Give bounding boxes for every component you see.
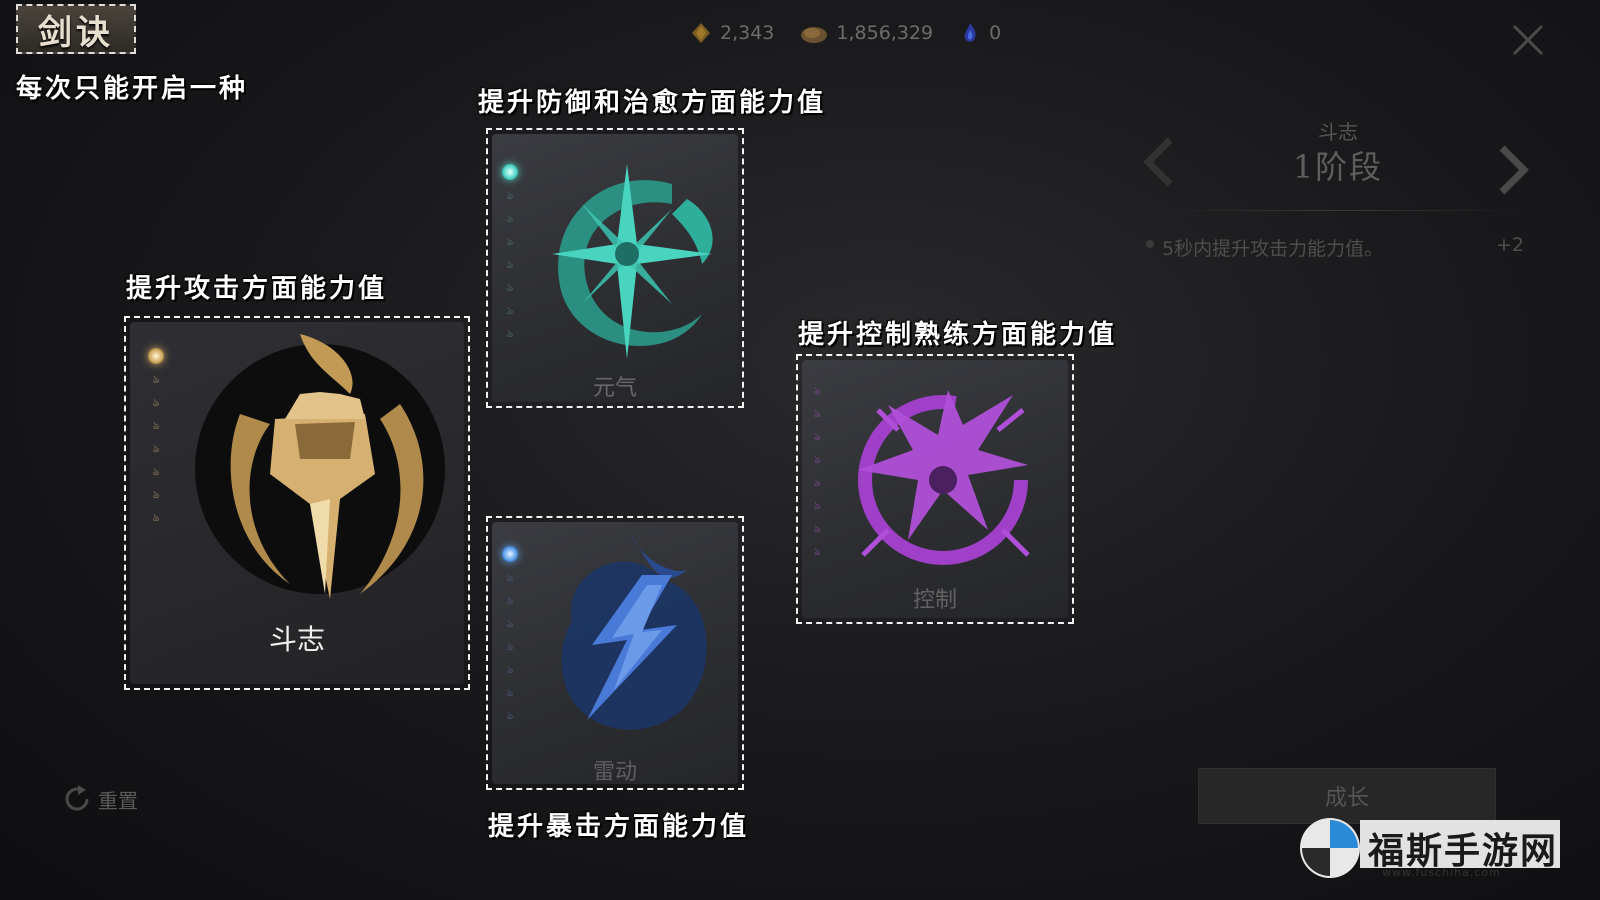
gem-shard-icon xyxy=(692,23,710,43)
lightning-emblem-icon xyxy=(561,535,707,730)
card-label: 雷动 xyxy=(592,760,637,784)
panel-stage: 1阶段 xyxy=(1292,148,1384,186)
rune-column: ঌঌঌঌঌঌঌ xyxy=(502,164,518,341)
panel-effect-value: +2 xyxy=(1496,234,1525,256)
currency-value: 2,343 xyxy=(720,22,775,44)
skill-card-leidong[interactable]: ঌঌঌঌঌঌঌ 雷动 xyxy=(486,516,744,790)
currency-item: 0 xyxy=(959,22,1001,44)
watermark: 福斯手游网 www.fuschiha.com xyxy=(1290,810,1570,890)
reset-button[interactable]: 重置 xyxy=(62,784,138,814)
note-attack: 提升攻击方面能力值 xyxy=(126,274,388,304)
note-crit: 提升暴击方面能力值 xyxy=(488,812,750,842)
active-gem-icon xyxy=(502,164,518,180)
skill-card-douzhi[interactable]: ঌঌঌঌঌঌঌ 斗志 xyxy=(124,316,470,690)
refresh-icon xyxy=(65,785,89,811)
card-label: 斗志 xyxy=(268,623,325,656)
active-gem-icon xyxy=(148,348,164,364)
close-button[interactable] xyxy=(1508,20,1548,60)
blue-flame-icon xyxy=(964,23,976,42)
reset-label: 重置 xyxy=(98,788,138,813)
divider xyxy=(1160,210,1520,211)
prev-stage-button[interactable] xyxy=(1138,134,1178,204)
active-gem-icon xyxy=(502,546,518,562)
teal-swirl-icon xyxy=(552,164,713,359)
note-one-at-a-time: 每次只能开启一种 xyxy=(16,74,249,104)
note-defense: 提升防御和治愈方面能力值 xyxy=(478,88,827,118)
bullet-dot xyxy=(1146,240,1154,248)
chevron-right-icon xyxy=(1499,145,1529,195)
skill-card-kongzhi[interactable]: ঌঌঌঌঌঌঌঌ 控制 xyxy=(796,354,1074,624)
skill-card-yuanqi[interactable]: ঌঌঌঌঌঌঌ 元气 xyxy=(486,128,744,408)
currency-bar: 2,343 1,856,329 0 xyxy=(690,22,1001,44)
watermark-url: www.fuschiha.com xyxy=(1382,866,1501,879)
note-control: 提升控制熟练方面能力值 xyxy=(798,320,1118,350)
page-title: 剑诀 xyxy=(16,4,136,54)
close-icon xyxy=(1512,24,1544,56)
currency-item: 1,856,329 xyxy=(800,22,933,44)
fist-emblem-icon xyxy=(195,334,445,599)
currency-value: 1,856,329 xyxy=(836,22,934,44)
rune-column: ঌঌঌঌঌঌঌ xyxy=(502,546,518,723)
panel-effect-text: 5秒内提升攻击力能力值。 xyxy=(1162,238,1384,260)
coin-pouch-icon xyxy=(801,27,828,43)
rune-column: ঌঌঌঌঌঌঌঌ xyxy=(814,384,821,558)
card-label: 元气 xyxy=(592,376,637,401)
currency-item: 2,343 xyxy=(690,22,774,44)
next-stage-button[interactable] xyxy=(1494,142,1534,212)
thorn-ring-icon xyxy=(858,390,1030,565)
panel-skill-name: 斗志 xyxy=(1318,120,1358,144)
chevron-left-icon xyxy=(1143,137,1173,187)
currency-value: 0 xyxy=(989,22,1002,44)
card-label: 控制 xyxy=(912,588,957,613)
rune-column: ঌঌঌঌঌঌঌ xyxy=(148,348,164,525)
